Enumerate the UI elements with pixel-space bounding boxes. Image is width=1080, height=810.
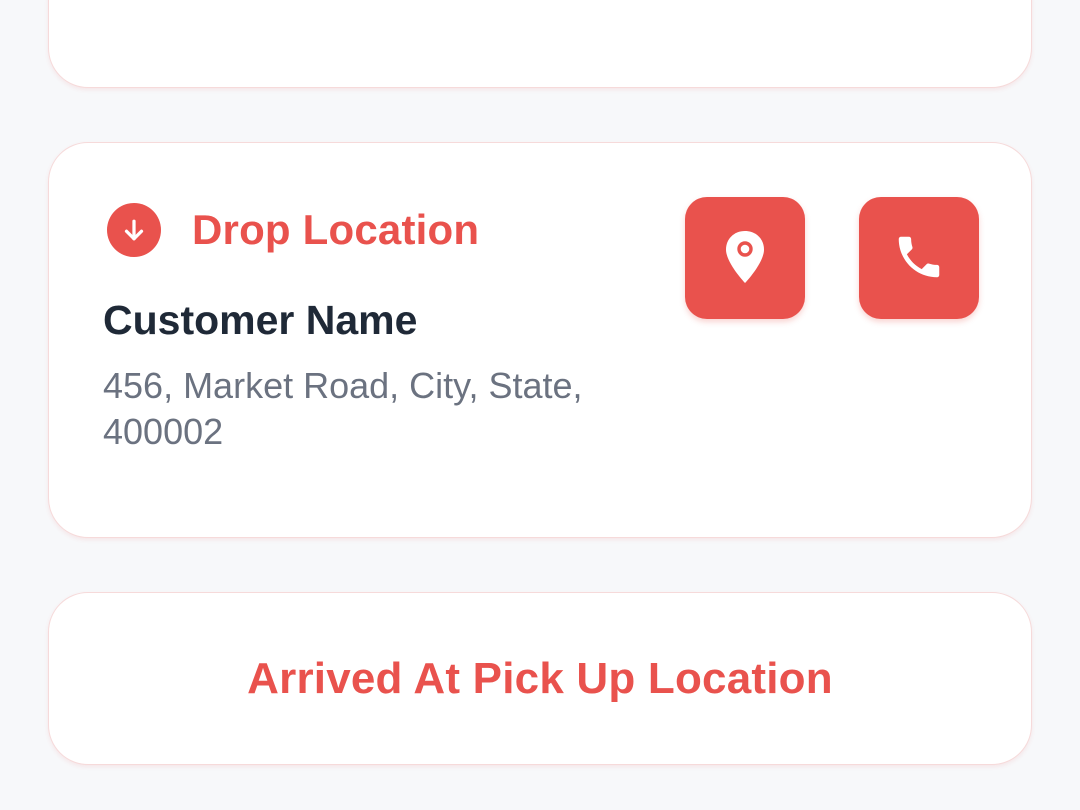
drop-location-header: Drop Location [107, 203, 479, 257]
arrived-pickup-button[interactable]: Arrived At Pick Up Location [48, 592, 1032, 765]
map-pin-icon [724, 230, 766, 287]
drop-location-title: Drop Location [192, 206, 480, 253]
arrow-down-circle-icon [107, 203, 161, 257]
customer-name: Customer Name [103, 297, 418, 343]
call-customer-button[interactable] [859, 197, 979, 319]
drop-location-card: Drop Location Customer Name 456, Market … [48, 142, 1032, 538]
open-map-button[interactable] [685, 197, 805, 319]
previous-card [48, 0, 1032, 88]
drop-address: 456, Market Road, City, State, 400002 [103, 365, 583, 452]
arrived-pickup-label: Arrived At Pick Up Location [247, 653, 833, 703]
screen: Drop Location Customer Name 456, Market … [0, 0, 1080, 810]
phone-icon [892, 230, 946, 287]
